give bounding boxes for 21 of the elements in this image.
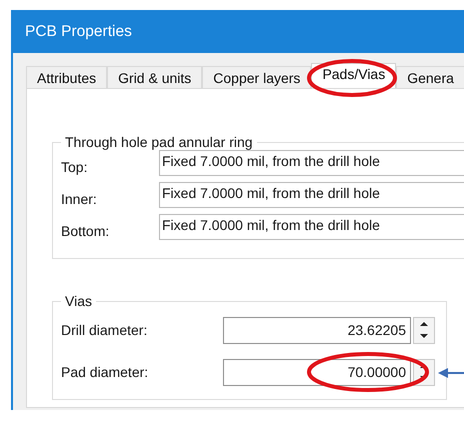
field-label: Pad diameter: <box>61 364 150 380</box>
tab[interactable]: Grid & units <box>107 66 202 88</box>
input-field[interactable]: Fixed 7.0000 mil, from the drill hole <box>159 150 464 176</box>
group-title: Through hole pad annular ring <box>64 134 254 150</box>
field-label: Inner: <box>61 190 98 207</box>
number-field[interactable]: 70.00000 <box>223 358 411 386</box>
tab[interactable]: Genera <box>396 66 464 88</box>
field-label: Bottom: <box>61 222 110 239</box>
tab[interactable]: Copper layers <box>202 66 312 88</box>
field-label: Top: <box>61 158 88 175</box>
down-arrow-icon[interactable] <box>419 333 429 340</box>
group-title: Vias <box>64 293 93 309</box>
window-title: PCB Properties <box>25 22 132 40</box>
number-field[interactable]: 23.62205 <box>223 316 411 344</box>
spinner[interactable] <box>413 316 435 344</box>
arrow-icon <box>438 367 464 379</box>
input-field[interactable]: Fixed 7.0000 mil, from the drill hole <box>159 182 464 208</box>
up-arrow-icon[interactable] <box>419 320 429 327</box>
tab[interactable]: Attributes <box>26 66 108 88</box>
input-field[interactable]: Fixed 7.0000 mil, from the drill hole <box>159 214 464 240</box>
field-label: Drill diameter: <box>61 322 148 338</box>
